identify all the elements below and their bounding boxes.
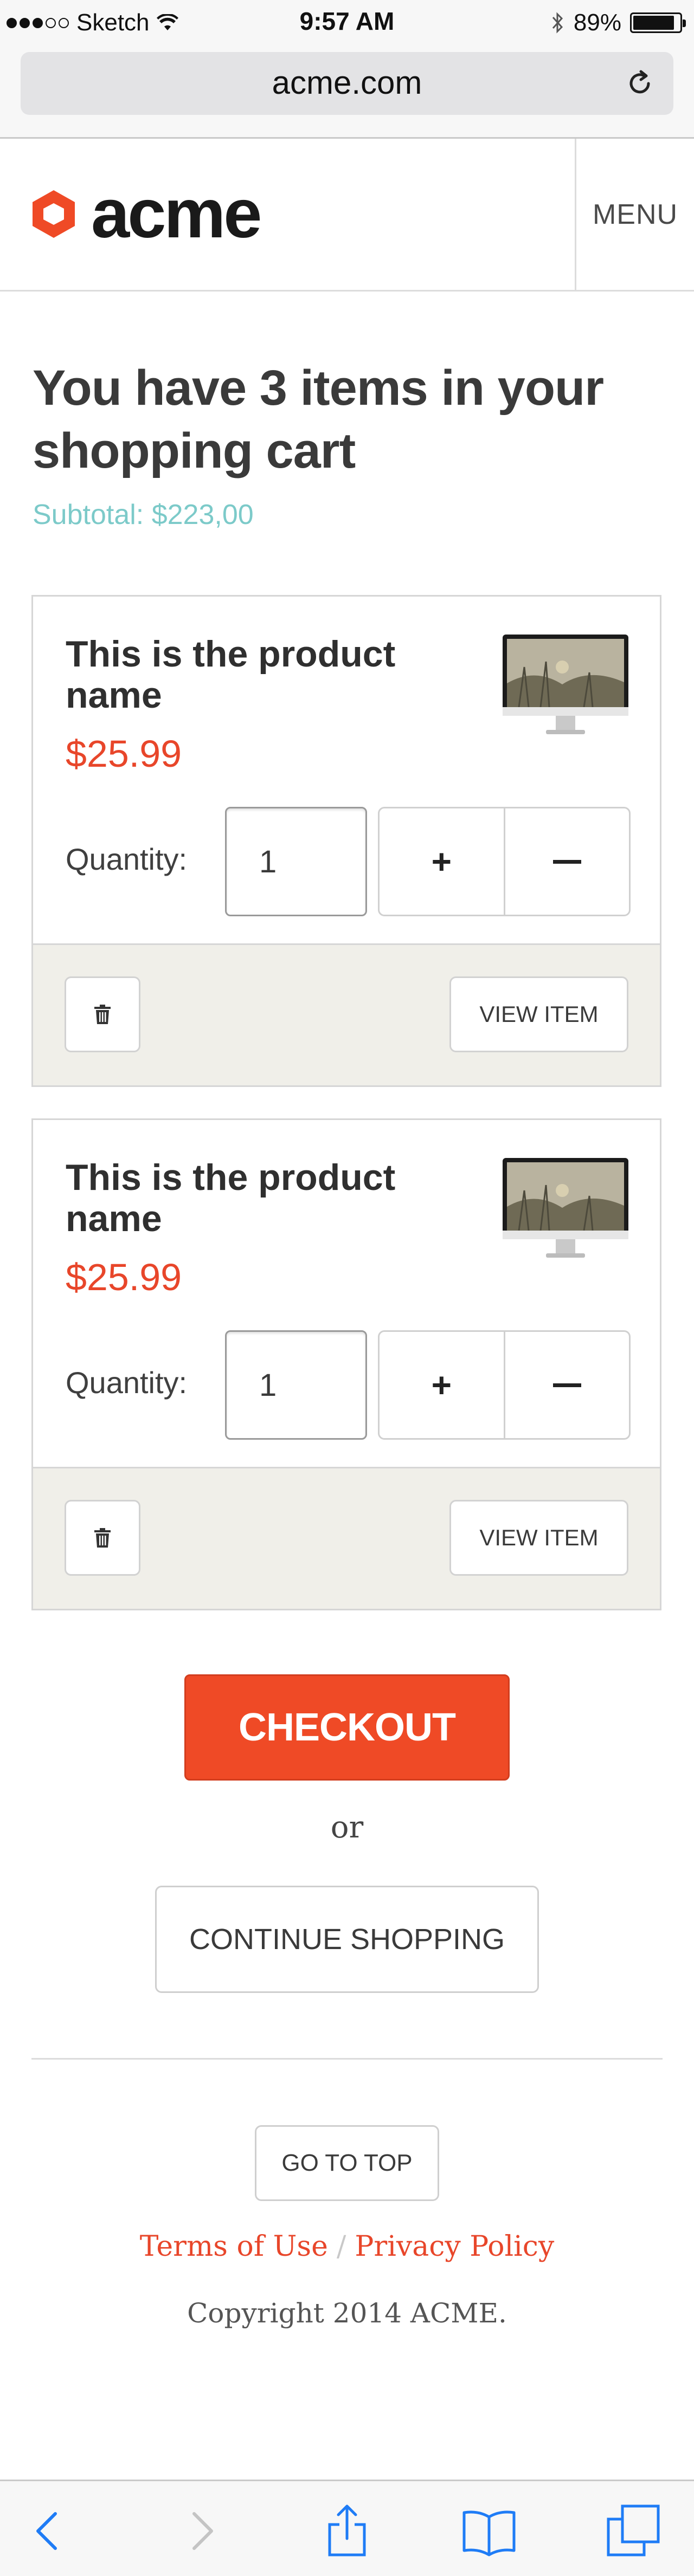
quantity-stepper: + (378, 807, 631, 916)
trash-icon (94, 1005, 111, 1024)
cart-item-actions: VIEW ITEM (33, 943, 660, 1085)
trash-icon (94, 1528, 111, 1548)
battery-icon (630, 12, 686, 33)
quantity-input[interactable]: 1 (225, 807, 367, 916)
quantity-label: Quantity: (66, 842, 188, 876)
decrease-quantity-button[interactable] (503, 808, 629, 915)
terms-of-use-link[interactable]: Terms of Use (140, 2230, 328, 2263)
view-item-button[interactable]: VIEW ITEM (449, 976, 628, 1052)
product-price: $25.99 (66, 1256, 182, 1298)
bookmarks-icon[interactable] (462, 2504, 516, 2558)
reload-icon[interactable] (625, 68, 655, 99)
link-separator: / (336, 2230, 346, 2263)
product-thumbnail-monitor[interactable] (503, 1158, 628, 1261)
minus-icon (552, 859, 581, 864)
logo[interactable]: acme (30, 175, 262, 253)
back-icon[interactable] (21, 2504, 75, 2558)
bluetooth-icon (552, 12, 563, 34)
remove-item-button[interactable] (65, 976, 140, 1052)
product-thumbnail-monitor[interactable] (503, 635, 628, 737)
increase-quantity-button[interactable]: + (380, 1332, 504, 1438)
product-price: $25.99 (66, 733, 182, 775)
checkout-button[interactable]: CHECKOUT (184, 1674, 510, 1781)
remove-item-button[interactable] (65, 1500, 140, 1576)
browser-toolbar (0, 2480, 694, 2576)
increase-quantity-button[interactable]: + (380, 808, 504, 915)
go-to-top-button[interactable]: GO TO TOP (255, 2125, 439, 2201)
product-name[interactable]: This is the product name (66, 633, 456, 716)
quantity-input[interactable]: 1 (225, 1330, 367, 1440)
cart-item-actions: VIEW ITEM (33, 1467, 660, 1609)
privacy-policy-link[interactable]: Privacy Policy (355, 2230, 554, 2263)
divider (31, 2058, 663, 2060)
plus-icon: + (431, 1365, 452, 1404)
ios-status-bar: Sketch 9:57 AM 89% (0, 0, 694, 46)
continue-shopping-button[interactable]: CONTINUE SHOPPING (155, 1886, 539, 1993)
battery-percent: 89% (573, 9, 621, 36)
decrease-quantity-button[interactable] (503, 1332, 629, 1438)
cart-item: This is the product name $25.99 Quantity… (31, 1118, 661, 1610)
browser-chrome: acme.com (0, 46, 694, 139)
quantity-label: Quantity: (66, 1365, 188, 1400)
minus-icon (552, 1383, 581, 1387)
tabs-icon[interactable] (606, 2504, 660, 2558)
url-text[interactable]: acme.com (21, 64, 673, 101)
battery-group: 89% (550, 8, 686, 38)
share-icon[interactable] (320, 2504, 374, 2558)
cart-item: This is the product name $25.99 Quantity… (31, 595, 661, 1087)
site-header: acme MENU (0, 139, 694, 292)
address-bar[interactable]: acme.com (21, 52, 673, 115)
copyright: Copyright 2014 ACME. (187, 2297, 507, 2329)
hexagon-logo-icon (33, 190, 75, 238)
quantity-stepper: + (378, 1330, 631, 1440)
or-separator: or (330, 1810, 364, 1845)
menu-button[interactable]: MENU (575, 139, 694, 290)
page-title: You have 3 items in your shopping cart (33, 360, 604, 478)
plus-icon: + (431, 842, 452, 881)
subtotal: Subtotal: $223,00 (33, 499, 254, 530)
logo-text: acme (91, 175, 262, 253)
view-item-button[interactable]: VIEW ITEM (449, 1500, 628, 1576)
forward-icon[interactable] (175, 2504, 229, 2558)
battery-level (633, 16, 674, 30)
legal-links: Terms of Use / Privacy Policy (0, 2230, 694, 2263)
product-name[interactable]: This is the product name (66, 1157, 456, 1239)
